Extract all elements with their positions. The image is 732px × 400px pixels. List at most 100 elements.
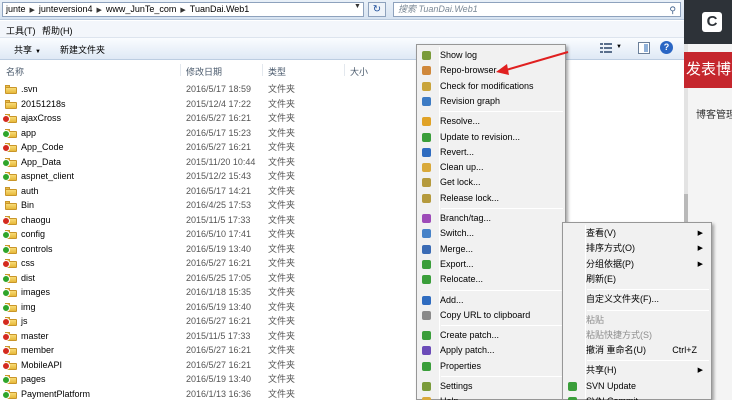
menu-item-relocate[interactable]: Relocate... xyxy=(419,272,563,287)
menu-item-item-7[interactable]: 粘贴 xyxy=(565,313,709,328)
file-date: 2016/5/27 16:21 xyxy=(186,345,252,355)
file-name[interactable]: auth xyxy=(21,184,39,199)
menu-item-e[interactable]: 刷新(E) xyxy=(565,272,709,287)
menu-item-resolve[interactable]: Resolve... xyxy=(419,114,563,129)
revision-graph-icon xyxy=(422,96,431,106)
file-name[interactable]: pages xyxy=(21,372,46,387)
file-name[interactable]: master xyxy=(21,329,49,344)
menu-tools[interactable]: 工具(T) xyxy=(6,24,36,37)
menu-item-s[interactable]: 粘贴快捷方式(S) xyxy=(565,328,709,343)
menu-item-merge[interactable]: Merge... xyxy=(419,242,563,257)
file-name[interactable]: app xyxy=(21,126,36,141)
menu-item-copy-url-to-clipboard[interactable]: Copy URL to clipboard xyxy=(419,308,563,323)
file-name[interactable]: config xyxy=(21,227,45,242)
menu-item-f[interactable]: 自定义文件夹(F)... xyxy=(565,292,709,307)
share-button[interactable]: 共享 ▼ xyxy=(14,43,41,56)
menu-item-get-lock[interactable]: Get lock... xyxy=(419,175,563,190)
column-size[interactable]: 大小 xyxy=(350,65,368,78)
breadcrumb-item[interactable]: TuanDai.Web1 xyxy=(189,3,251,16)
file-name[interactable]: PaymentPlatform xyxy=(21,387,90,400)
menu-item-help[interactable]: Help xyxy=(419,394,563,400)
menu-item-settings[interactable]: Settings xyxy=(419,379,563,394)
help-icon[interactable]: ? xyxy=(660,41,673,54)
menu-item-h[interactable]: 共享(H) ▶ xyxy=(565,363,709,378)
file-name[interactable]: css xyxy=(21,256,35,271)
logo-icon[interactable]: C xyxy=(702,12,722,32)
file-name[interactable]: Bin xyxy=(21,198,34,213)
file-name[interactable]: App_Data xyxy=(21,155,61,170)
file-name[interactable]: controls xyxy=(21,242,53,257)
file-name[interactable]: chaogu xyxy=(21,213,51,228)
menu-item-svn-update[interactable]: SVN Update xyxy=(565,379,709,394)
file-row[interactable]: app 2016/5/17 15:23 文件夹 xyxy=(0,126,684,141)
file-name[interactable]: App_Code xyxy=(21,140,64,155)
menu-item-check-for-modifications[interactable]: Check for modifications xyxy=(419,79,563,94)
view-dropdown-icon[interactable]: ▼ xyxy=(616,44,622,50)
menu-item-p[interactable]: 分组依据(P) ▶ xyxy=(565,257,709,272)
menu-item-update-to-revision[interactable]: Update to revision... xyxy=(419,130,563,145)
menu-item-v[interactable]: 查看(V) ▶ xyxy=(565,226,709,241)
column-divider[interactable] xyxy=(262,64,263,76)
refresh-button[interactable]: ↻ xyxy=(368,2,386,17)
submenu-arrow-icon: ▶ xyxy=(697,367,703,375)
publish-blog-banner[interactable]: 发表博客 xyxy=(684,52,732,88)
file-row[interactable]: App_Code 2016/5/27 16:21 文件夹 xyxy=(0,140,684,155)
breadcrumb-item[interactable]: junteversion4 xyxy=(38,3,94,16)
menu-item-properties[interactable]: Properties xyxy=(419,359,563,374)
breadcrumb-separator-icon[interactable]: ▶ xyxy=(93,4,104,16)
file-name[interactable]: member xyxy=(21,343,54,358)
menu-item-apply-patch[interactable]: Apply patch... xyxy=(419,343,563,358)
menu-item-label: Add... xyxy=(440,294,464,305)
menu-item-svn-commit[interactable]: SVN Commit... xyxy=(565,394,709,400)
file-row[interactable]: .svn 2016/5/17 18:59 文件夹 xyxy=(0,82,684,97)
column-name[interactable]: 名称 xyxy=(6,65,24,78)
file-row[interactable]: 20151218s 2015/12/4 17:22 文件夹 xyxy=(0,97,684,112)
menu-item-u[interactable]: 撤消 重命名(U) Ctrl+Z xyxy=(565,343,709,358)
breadcrumb-item[interactable]: junte xyxy=(5,3,27,16)
breadcrumb-separator-icon[interactable]: ▶ xyxy=(27,4,38,16)
column-date[interactable]: 修改日期 xyxy=(186,65,222,78)
blog-manage-link[interactable]: 博客管理 xyxy=(696,106,732,121)
file-row[interactable]: auth 2016/5/17 14:21 文件夹 xyxy=(0,184,684,199)
new-folder-button[interactable]: 新建文件夹 xyxy=(60,43,105,56)
column-type[interactable]: 类型 xyxy=(268,65,286,78)
breadcrumb-item[interactable]: www_JunTe_com xyxy=(105,3,178,16)
menu-item-revert[interactable]: Revert... xyxy=(419,145,563,160)
file-row[interactable]: Bin 2016/4/25 17:53 文件夹 xyxy=(0,198,684,213)
file-name[interactable]: dist xyxy=(21,271,35,286)
menu-item-label: 粘贴快捷方式(S) xyxy=(586,329,652,340)
search-icon[interactable]: ⚲ xyxy=(669,4,676,17)
menu-item-export[interactable]: Export... xyxy=(419,257,563,272)
view-options-icon[interactable] xyxy=(600,42,612,54)
menu-item-show-log[interactable]: Show log xyxy=(419,48,563,63)
menu-item-revision-graph[interactable]: Revision graph xyxy=(419,94,563,109)
menu-item-label: Get lock... xyxy=(440,177,481,188)
menu-item-add[interactable]: Add... xyxy=(419,293,563,308)
column-divider[interactable] xyxy=(344,64,345,76)
preview-pane-icon[interactable] xyxy=(638,42,650,54)
file-name[interactable]: ajaxCross xyxy=(21,111,61,126)
menu-item-repo-browser[interactable]: Repo-browser xyxy=(419,63,563,78)
file-row[interactable]: aspnet_client 2015/12/2 15:43 文件夹 xyxy=(0,169,684,184)
menu-item-switch[interactable]: Switch... xyxy=(419,226,563,241)
menu-item-create-patch[interactable]: Create patch... xyxy=(419,328,563,343)
menu-item-o[interactable]: 排序方式(O) ▶ xyxy=(565,241,709,256)
menu-help[interactable]: 帮助(H) xyxy=(42,24,73,37)
file-name[interactable]: images xyxy=(21,285,50,300)
column-divider[interactable] xyxy=(180,64,181,76)
file-name[interactable]: MobileAPI xyxy=(21,358,62,373)
file-row[interactable]: App_Data 2015/11/20 10:44 文件夹 xyxy=(0,155,684,170)
file-row[interactable]: ajaxCross 2016/5/27 16:21 文件夹 xyxy=(0,111,684,126)
breadcrumb-separator-icon[interactable]: ▶ xyxy=(177,4,188,16)
file-name[interactable]: .svn xyxy=(21,82,38,97)
file-name[interactable]: 20151218s xyxy=(21,97,66,112)
file-name[interactable]: img xyxy=(21,300,36,315)
address-dropdown-icon[interactable]: ▼ xyxy=(354,3,361,10)
menu-item-clean-up[interactable]: Clean up... xyxy=(419,160,563,175)
file-name[interactable]: aspnet_client xyxy=(21,169,74,184)
menu-item-branch-tag[interactable]: Branch/tag... xyxy=(419,211,563,226)
address-field[interactable]: junte ▶ junteversion4 ▶ www_JunTe_com ▶ TuanDa… xyxy=(2,2,364,17)
menu-item-release-lock[interactable]: Release lock... xyxy=(419,191,563,206)
search-input[interactable]: 搜索 TuanDai.Web1 ⚲ xyxy=(393,2,681,17)
file-name[interactable]: js xyxy=(21,314,28,329)
